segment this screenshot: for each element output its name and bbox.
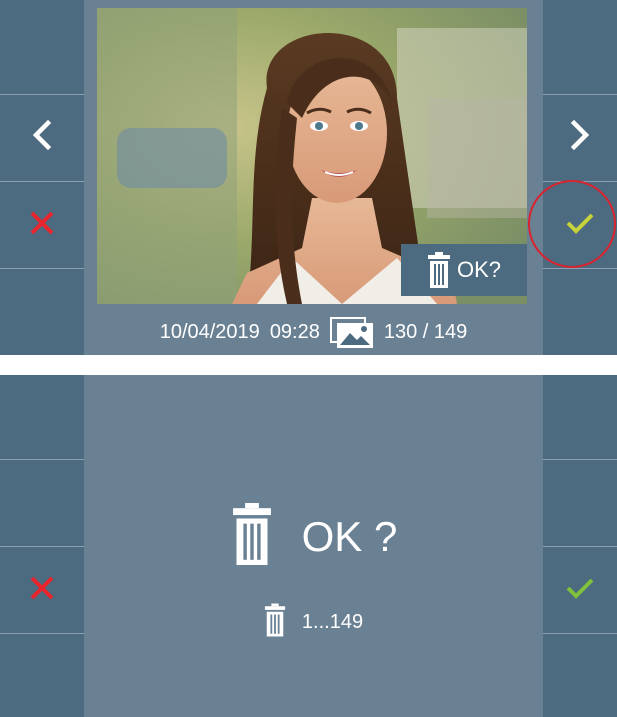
- trash-small-icon: [264, 603, 286, 642]
- right-button-panel: [543, 0, 617, 355]
- confirm-prompt: OK ?: [84, 503, 543, 570]
- blank-button-top-left[interactable]: [0, 0, 84, 95]
- capture-date: 10/04/2019: [159, 320, 260, 343]
- delete-confirm-badge: OK?: [401, 244, 527, 296]
- left-button-panel-2: [0, 375, 84, 717]
- image-review-screen: OK? 10/04/2019 09:28 130 / 149: [0, 0, 617, 355]
- delete-ok-label: OK?: [456, 257, 502, 282]
- delete-all-confirm-screen: OK ? 1...149: [0, 375, 617, 717]
- image-counter: 130 / 149: [383, 320, 468, 343]
- blank-button-2[interactable]: [0, 460, 84, 547]
- check-icon: [565, 211, 595, 240]
- blank-button-6[interactable]: [543, 460, 617, 547]
- gallery-icon: [329, 317, 374, 348]
- check-icon: [565, 576, 595, 605]
- blank-button-bottom-left[interactable]: [0, 269, 84, 355]
- previous-image-button[interactable]: [0, 95, 84, 182]
- status-bar: 10/04/2019 09:28 130 / 149: [84, 312, 543, 352]
- blank-button-top-right[interactable]: [543, 0, 617, 95]
- range-text: 1...149: [301, 611, 364, 633]
- trash-icon: [230, 503, 274, 570]
- confirm-delete-button[interactable]: [543, 182, 617, 269]
- cancel-button[interactable]: [0, 547, 84, 634]
- blank-button-4[interactable]: [0, 634, 84, 717]
- delete-image-button[interactable]: [0, 182, 84, 269]
- x-icon: [29, 575, 55, 606]
- confirm-text: OK ?: [301, 512, 398, 560]
- next-image-button[interactable]: [543, 95, 617, 182]
- x-icon: [29, 210, 55, 241]
- captured-photo: OK?: [97, 8, 527, 304]
- blank-button-5[interactable]: [543, 375, 617, 460]
- blank-button-8[interactable]: [543, 634, 617, 717]
- capture-time: 09:28: [269, 320, 320, 343]
- delete-range: 1...149: [84, 603, 543, 642]
- right-button-panel-2: [543, 375, 617, 717]
- chevron-right-icon: [569, 119, 591, 156]
- left-button-panel: [0, 0, 84, 355]
- blank-button-1[interactable]: [0, 375, 84, 460]
- trash-icon: [427, 252, 451, 288]
- chevron-left-icon: [31, 119, 53, 156]
- confirm-button[interactable]: [543, 547, 617, 634]
- confirm-content: OK ? 1...149: [84, 375, 543, 717]
- blank-button-bottom-right[interactable]: [543, 269, 617, 355]
